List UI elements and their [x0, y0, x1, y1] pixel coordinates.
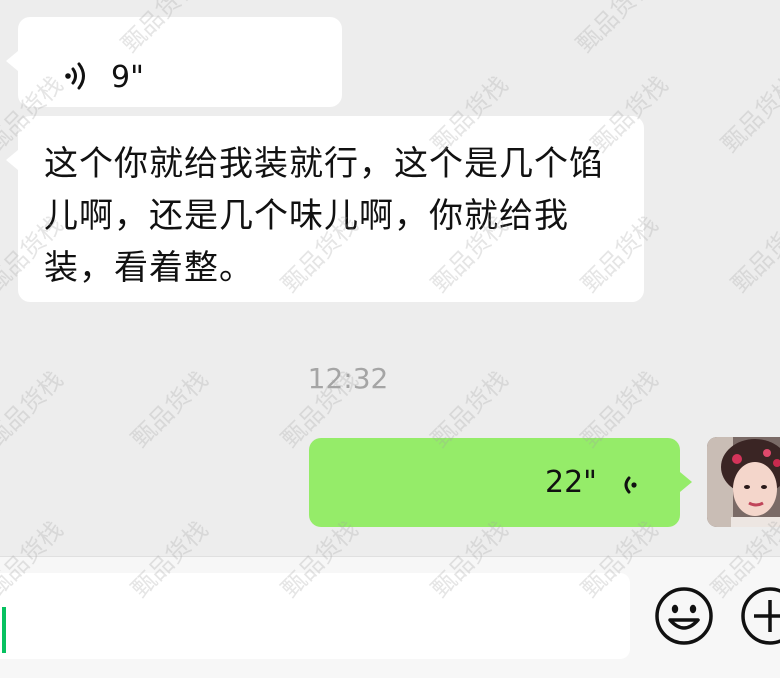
voice-duration: 22" [545, 465, 597, 500]
message-input[interactable] [0, 573, 630, 659]
incoming-voice-message[interactable]: 9" [6, 17, 342, 107]
text-caret [2, 607, 6, 653]
smiley-icon [655, 587, 713, 645]
outgoing-voice-message[interactable]: 22" [309, 438, 692, 527]
incoming-text-message[interactable]: 这个你就给我装就行，这个是几个馅儿啊，还是几个味儿啊，你就给我装，看着整。 [6, 116, 644, 302]
watermark-text: 甄品货栈 [570, 0, 659, 59]
voice-wave-icon [619, 472, 643, 502]
message-text: 这个你就给我装就行，这个是几个馅儿啊，还是几个味儿啊，你就给我装，看着整。 [44, 144, 604, 288]
voice-duration: 9" [111, 60, 144, 95]
avatar[interactable] [707, 437, 780, 527]
message-timestamp: 12:32 [307, 362, 389, 395]
watermark-text: 甄品货栈 [725, 210, 780, 299]
watermark-text: 甄品货栈 [715, 70, 780, 159]
emoji-button[interactable] [654, 586, 714, 646]
plus-icon [741, 587, 780, 645]
chat-screen: 9" 这个你就给我装就行，这个是几个馅儿啊，还是几个味儿啊，你就给我装，看着整。… [0, 0, 780, 678]
plus-button[interactable] [740, 586, 780, 646]
voice-wave-icon [62, 61, 92, 95]
